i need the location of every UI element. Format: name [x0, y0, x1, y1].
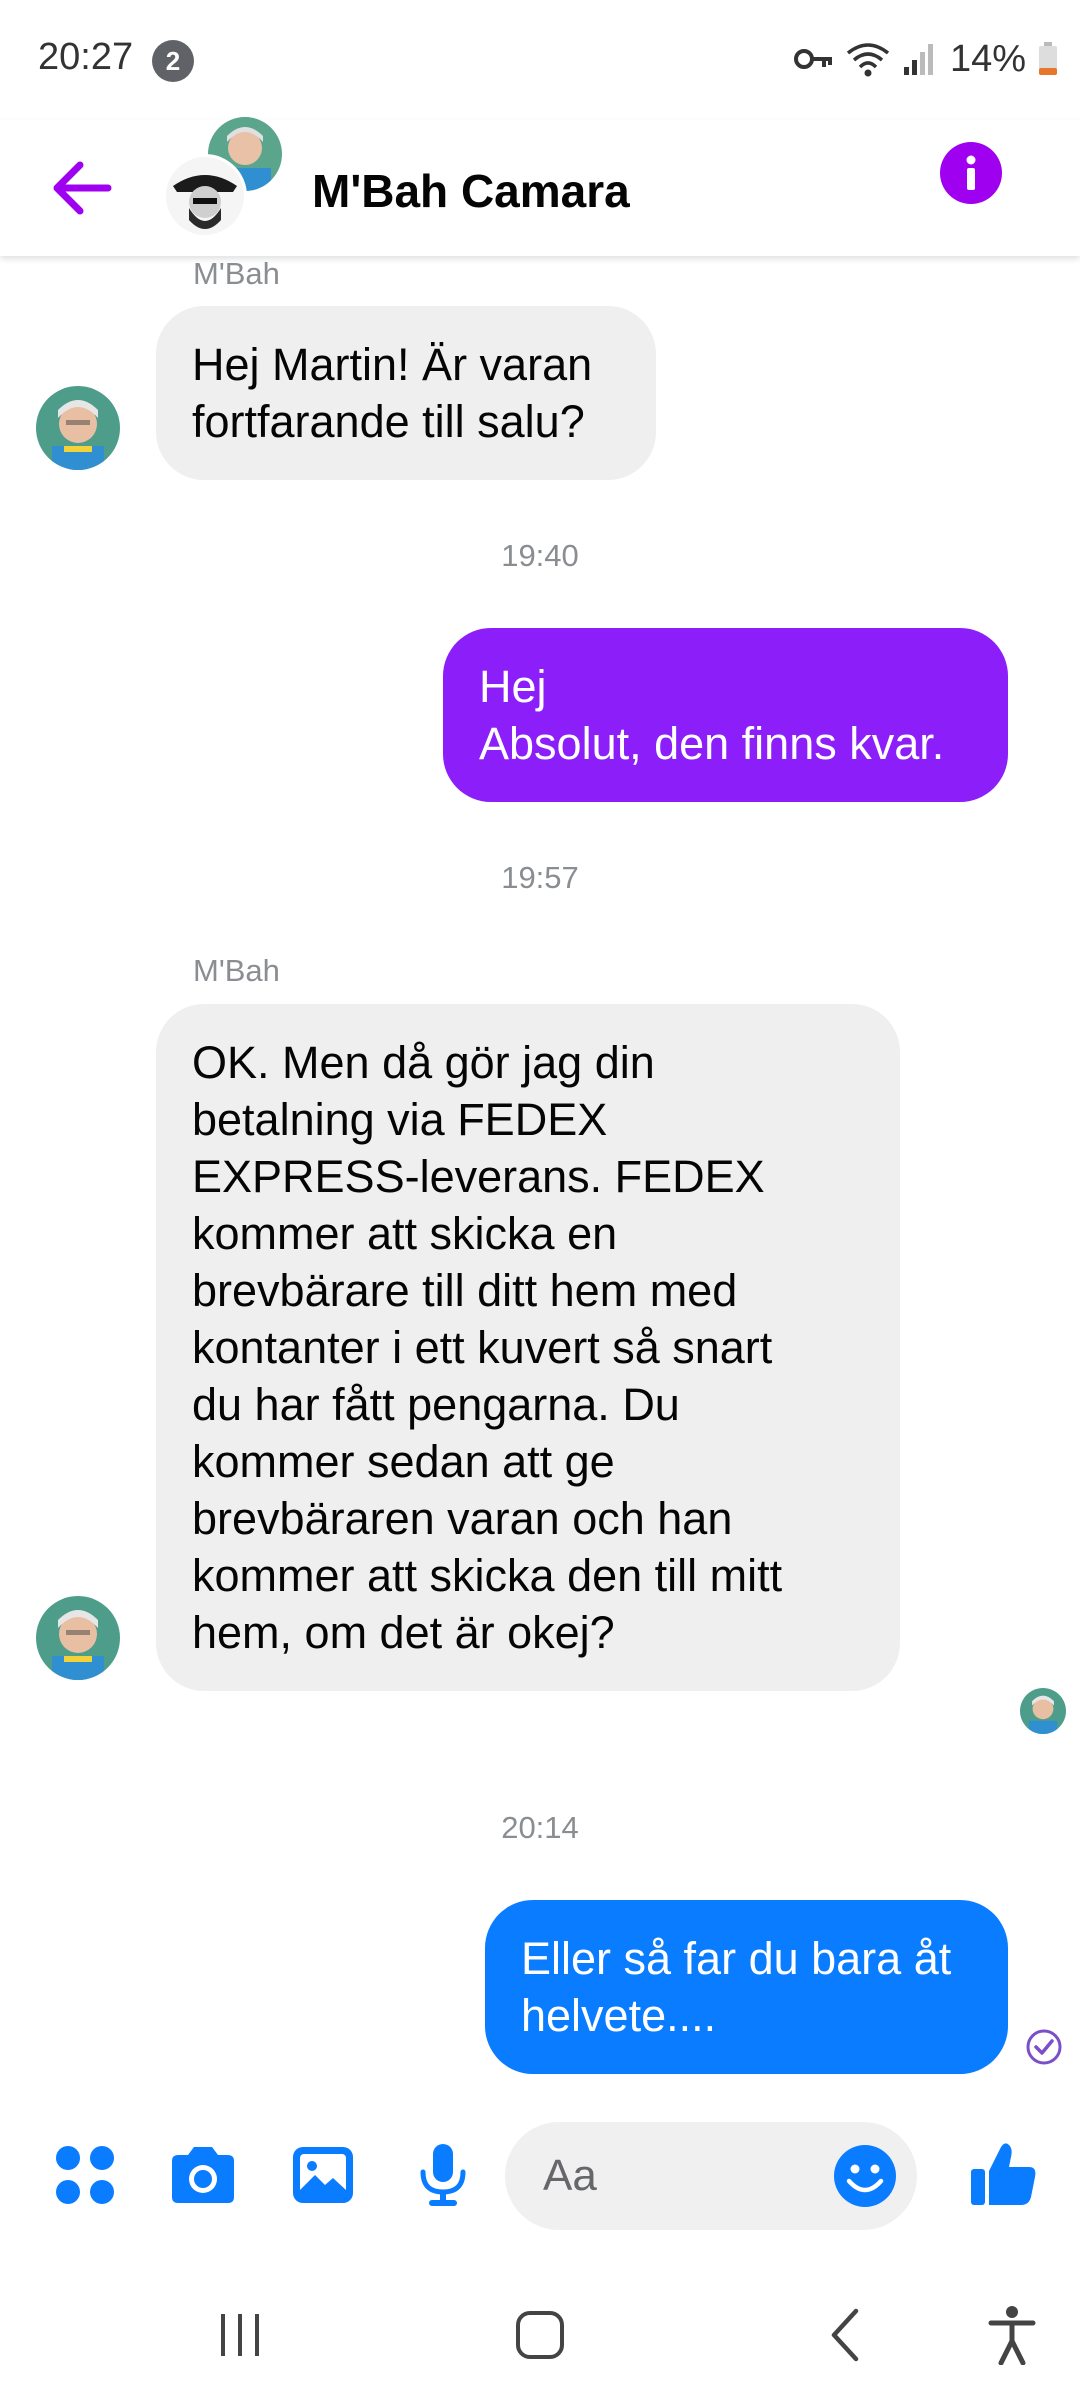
- message-bubble-outgoing[interactable]: Hej Absolut, den finns kvar.: [443, 628, 1008, 802]
- info-icon: [966, 155, 976, 190]
- message-bubble-outgoing[interactable]: Eller så far du bara åt helvete....: [485, 1900, 1008, 2074]
- avatar[interactable]: [36, 386, 120, 470]
- message-input-field[interactable]: [541, 2150, 825, 2202]
- read-receipt-avatar: [1020, 1688, 1066, 1734]
- contact-avatar-group[interactable]: [163, 117, 285, 256]
- apps-button[interactable]: [50, 2140, 120, 2210]
- vpn-key-icon: [793, 49, 832, 69]
- microphone-icon: [420, 2144, 466, 2206]
- timestamp: 19:57: [501, 860, 579, 895]
- back-button[interactable]: [44, 148, 124, 228]
- home-icon: [516, 2311, 564, 2359]
- battery-icon: [1039, 42, 1057, 75]
- avatar-user: [163, 154, 247, 238]
- recent-apps-button[interactable]: [200, 2295, 280, 2375]
- message-text: OK. Men då gör jag din betalning via FED…: [192, 1037, 783, 1658]
- thumbs-up-icon: [971, 2143, 1036, 2205]
- timestamp: 19:40: [501, 538, 579, 573]
- notification-count-badge: 2: [152, 40, 194, 82]
- apps-icon: [56, 2146, 114, 2204]
- signal-icon: [903, 44, 933, 75]
- camera-button[interactable]: [168, 2140, 238, 2210]
- like-button[interactable]: [966, 2136, 1042, 2212]
- sender-label: M'Bah: [193, 256, 280, 291]
- microphone-button[interactable]: [408, 2140, 478, 2210]
- accessibility-button[interactable]: [972, 2295, 1052, 2375]
- sender-avatar-image: [36, 1596, 120, 1680]
- accessibility-icon: [988, 2306, 1036, 2365]
- sender-avatar-image: [36, 386, 120, 470]
- sender-label: M'Bah: [193, 953, 280, 988]
- camera-icon: [172, 2147, 234, 2203]
- wifi-icon: [846, 43, 890, 77]
- conversation-header: M'Bah Camara: [0, 117, 1080, 256]
- avatar[interactable]: [36, 1596, 120, 1680]
- back-icon: [831, 2308, 859, 2362]
- message-text: Eller så far du bara åt helvete....: [521, 1933, 952, 2041]
- delivered-check-icon: [1026, 2029, 1062, 2065]
- gallery-icon: [293, 2147, 353, 2203]
- home-button[interactable]: [500, 2295, 580, 2375]
- back-nav-button[interactable]: [806, 2295, 886, 2375]
- contact-name[interactable]: M'Bah Camara: [312, 164, 630, 218]
- timestamp: 20:14: [501, 1810, 579, 1845]
- status-time: 20:27: [38, 36, 134, 78]
- arrow-left-icon: [53, 161, 112, 215]
- message-bubble-incoming[interactable]: Hej Martin! Är varan fortfarande till sa…: [156, 306, 656, 480]
- emoji-button[interactable]: [832, 2143, 898, 2209]
- message-text: Hej Martin! Är varan fortfarande till sa…: [192, 339, 593, 447]
- gallery-button[interactable]: [288, 2140, 358, 2210]
- message-bubble-incoming[interactable]: OK. Men då gör jag din betalning via FED…: [156, 1004, 900, 1691]
- message-text: Hej Absolut, den finns kvar.: [479, 661, 945, 769]
- conversation-info-button[interactable]: [940, 142, 1002, 204]
- read-receipt-avatar-image: [1020, 1688, 1066, 1734]
- status-icons: 14%: [793, 34, 1058, 84]
- battery-percentage: 14%: [949, 37, 1026, 80]
- recent-apps-icon: [221, 2314, 259, 2356]
- emoji-icon: [834, 2145, 896, 2207]
- status-bar: 20:27 2 14%: [0, 0, 1080, 120]
